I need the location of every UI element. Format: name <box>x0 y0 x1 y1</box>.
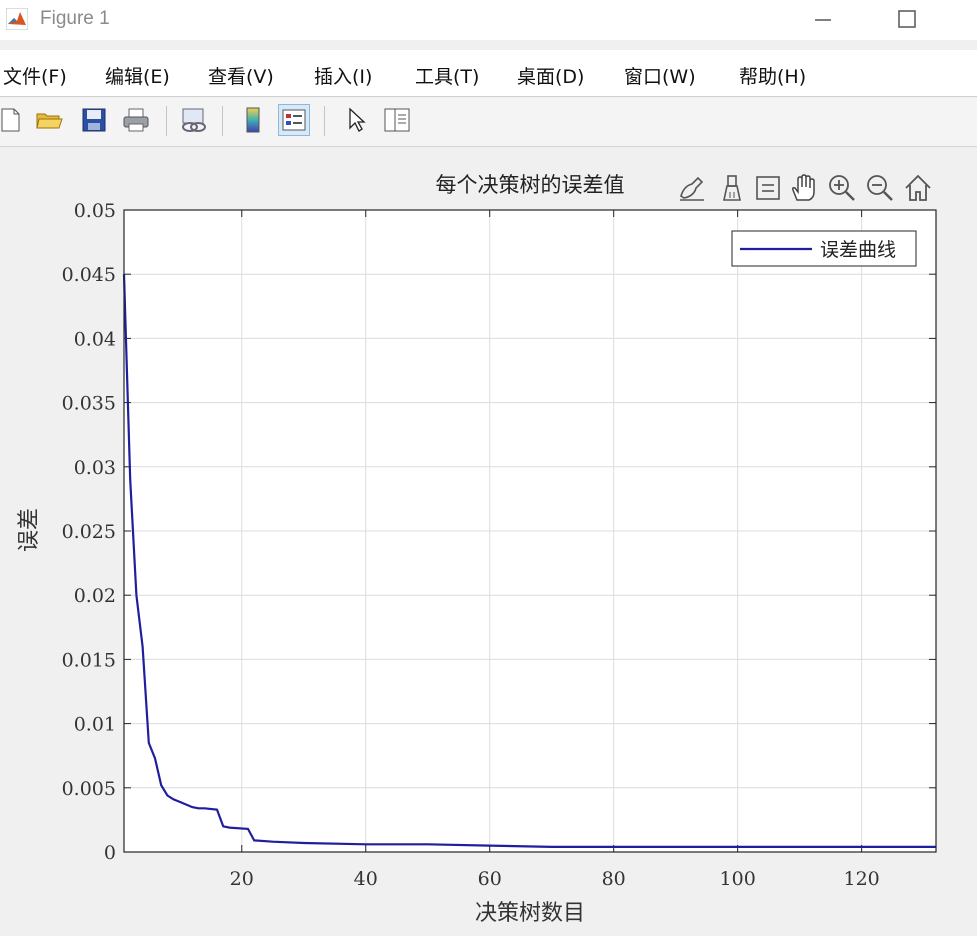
legend-label: 误差曲线 <box>820 239 896 261</box>
y-tick-label: 0.02 <box>74 585 116 607</box>
x-tick-label: 100 <box>720 868 756 890</box>
y-tick-label: 0.025 <box>62 521 116 543</box>
x-tick-label: 80 <box>602 868 626 890</box>
y-tick-label: 0.005 <box>62 778 116 800</box>
legend[interactable]: 误差曲线 <box>731 230 917 267</box>
x-axis-label: 决策树数目 <box>475 901 585 926</box>
y-tick-label: 0.015 <box>62 649 116 671</box>
x-tick-label: 60 <box>478 868 502 890</box>
y-tick-label: 0.045 <box>62 264 116 286</box>
chart-title: 每个决策树的误差值 <box>436 173 625 197</box>
y-tick-label: 0 <box>104 842 116 864</box>
y-tick-label: 0.05 <box>74 200 116 222</box>
y-tick-label: 0.04 <box>74 328 116 350</box>
y-tick-label: 0.01 <box>74 714 116 736</box>
y-tick-label: 0.035 <box>62 393 116 415</box>
x-tick-label: 120 <box>843 868 879 890</box>
y-axis-label: 误差 <box>17 508 42 552</box>
line-chart: 每个决策树的误差值 0 0.005 0.01 0.015 0.02 0.025 0.03 0.… <box>17 173 937 926</box>
x-tick-label: 20 <box>230 868 254 890</box>
x-tick-label: 40 <box>354 868 378 890</box>
y-tick-label: 0.03 <box>74 457 116 479</box>
